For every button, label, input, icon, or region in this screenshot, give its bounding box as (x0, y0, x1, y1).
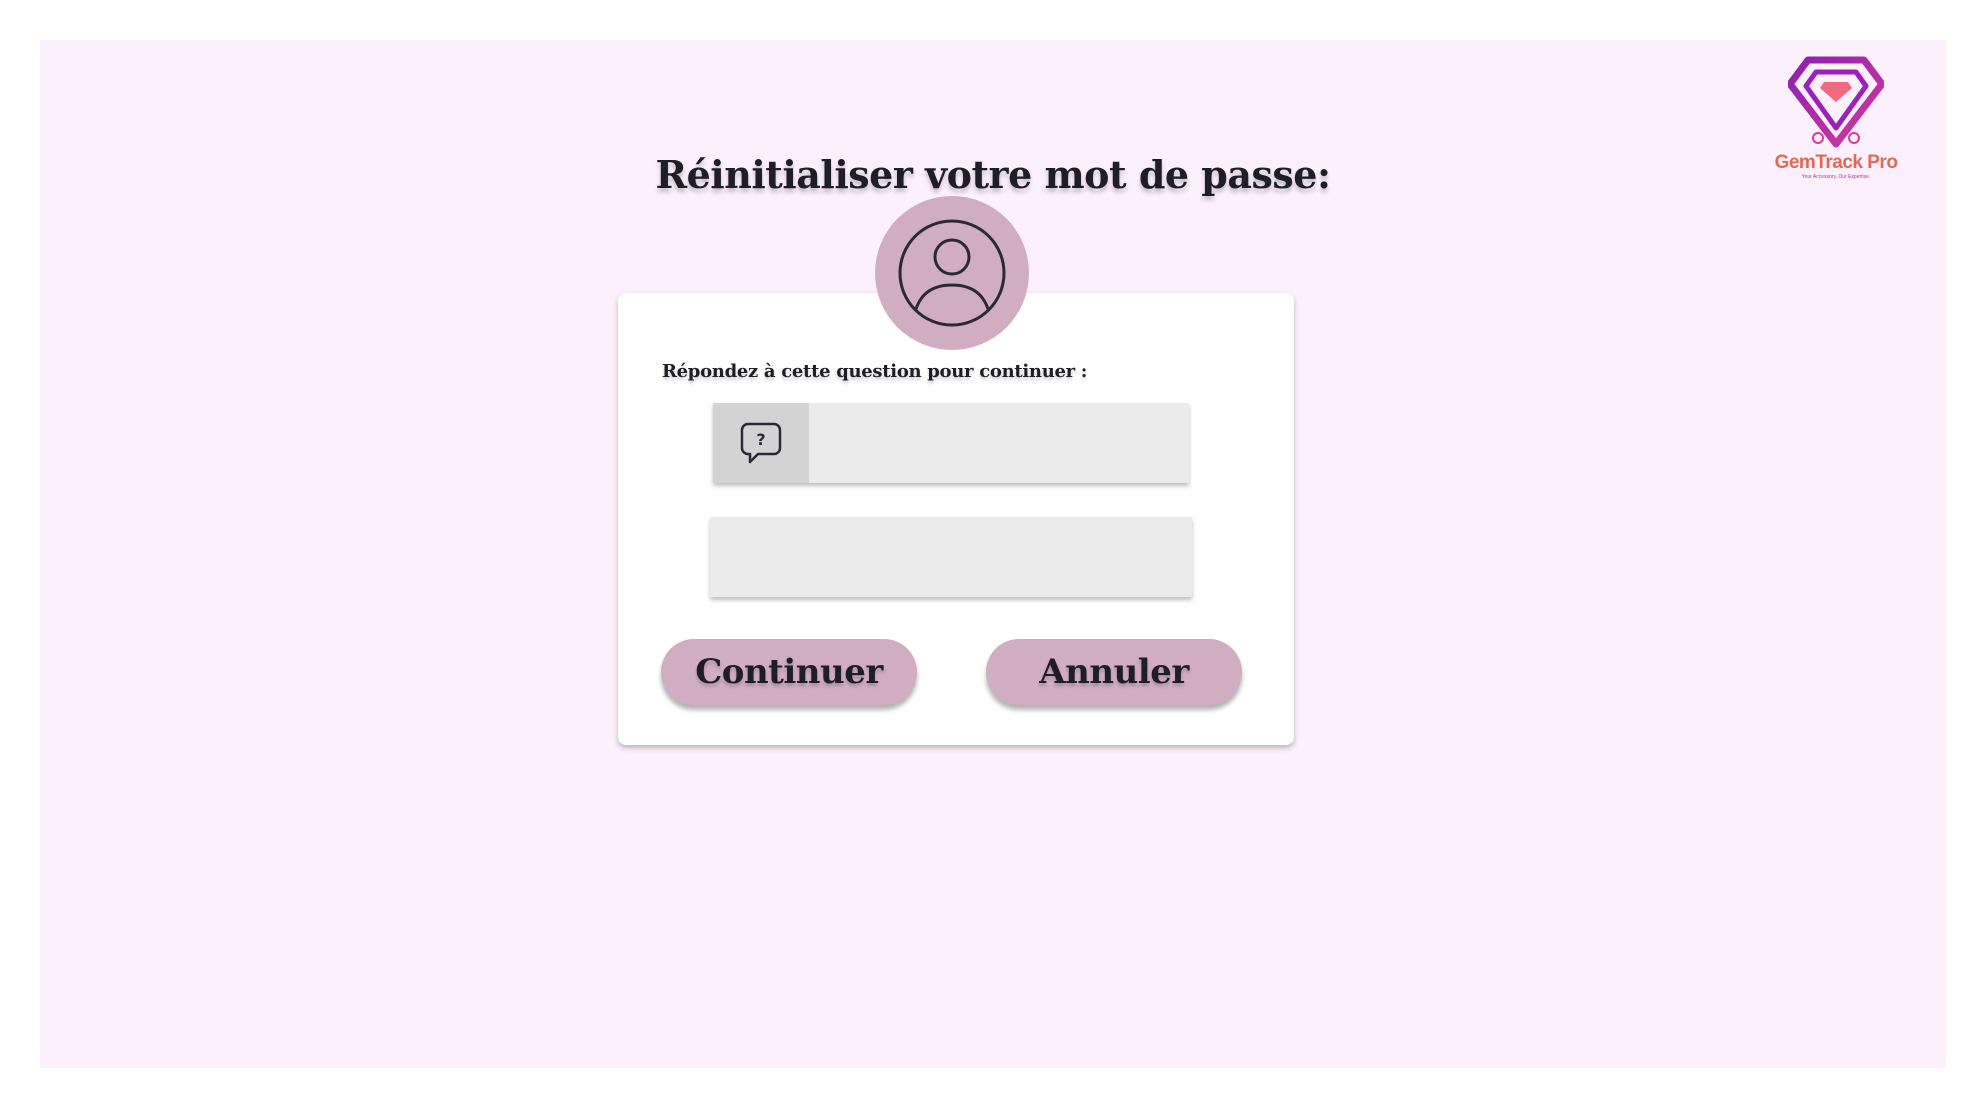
continue-button[interactable]: Continuer (661, 639, 917, 705)
question-bubble-icon: ? (740, 422, 782, 464)
svg-text:?: ? (756, 430, 765, 449)
security-question-prompt: Répondez à cette question pour continuer… (662, 361, 1088, 382)
security-question-input[interactable] (809, 403, 1189, 483)
security-answer-input[interactable] (710, 517, 1192, 597)
cancel-button[interactable]: Annuler (986, 639, 1242, 705)
security-question-field[interactable]: ? (713, 403, 1189, 483)
diamond-logo-icon (1788, 56, 1884, 148)
question-icon-box: ? (713, 403, 809, 483)
page-title: Réinitialiser votre mot de passe: (655, 152, 1331, 197)
avatar (875, 196, 1029, 350)
security-answer-field[interactable] (710, 517, 1192, 597)
user-avatar-icon (898, 219, 1006, 327)
